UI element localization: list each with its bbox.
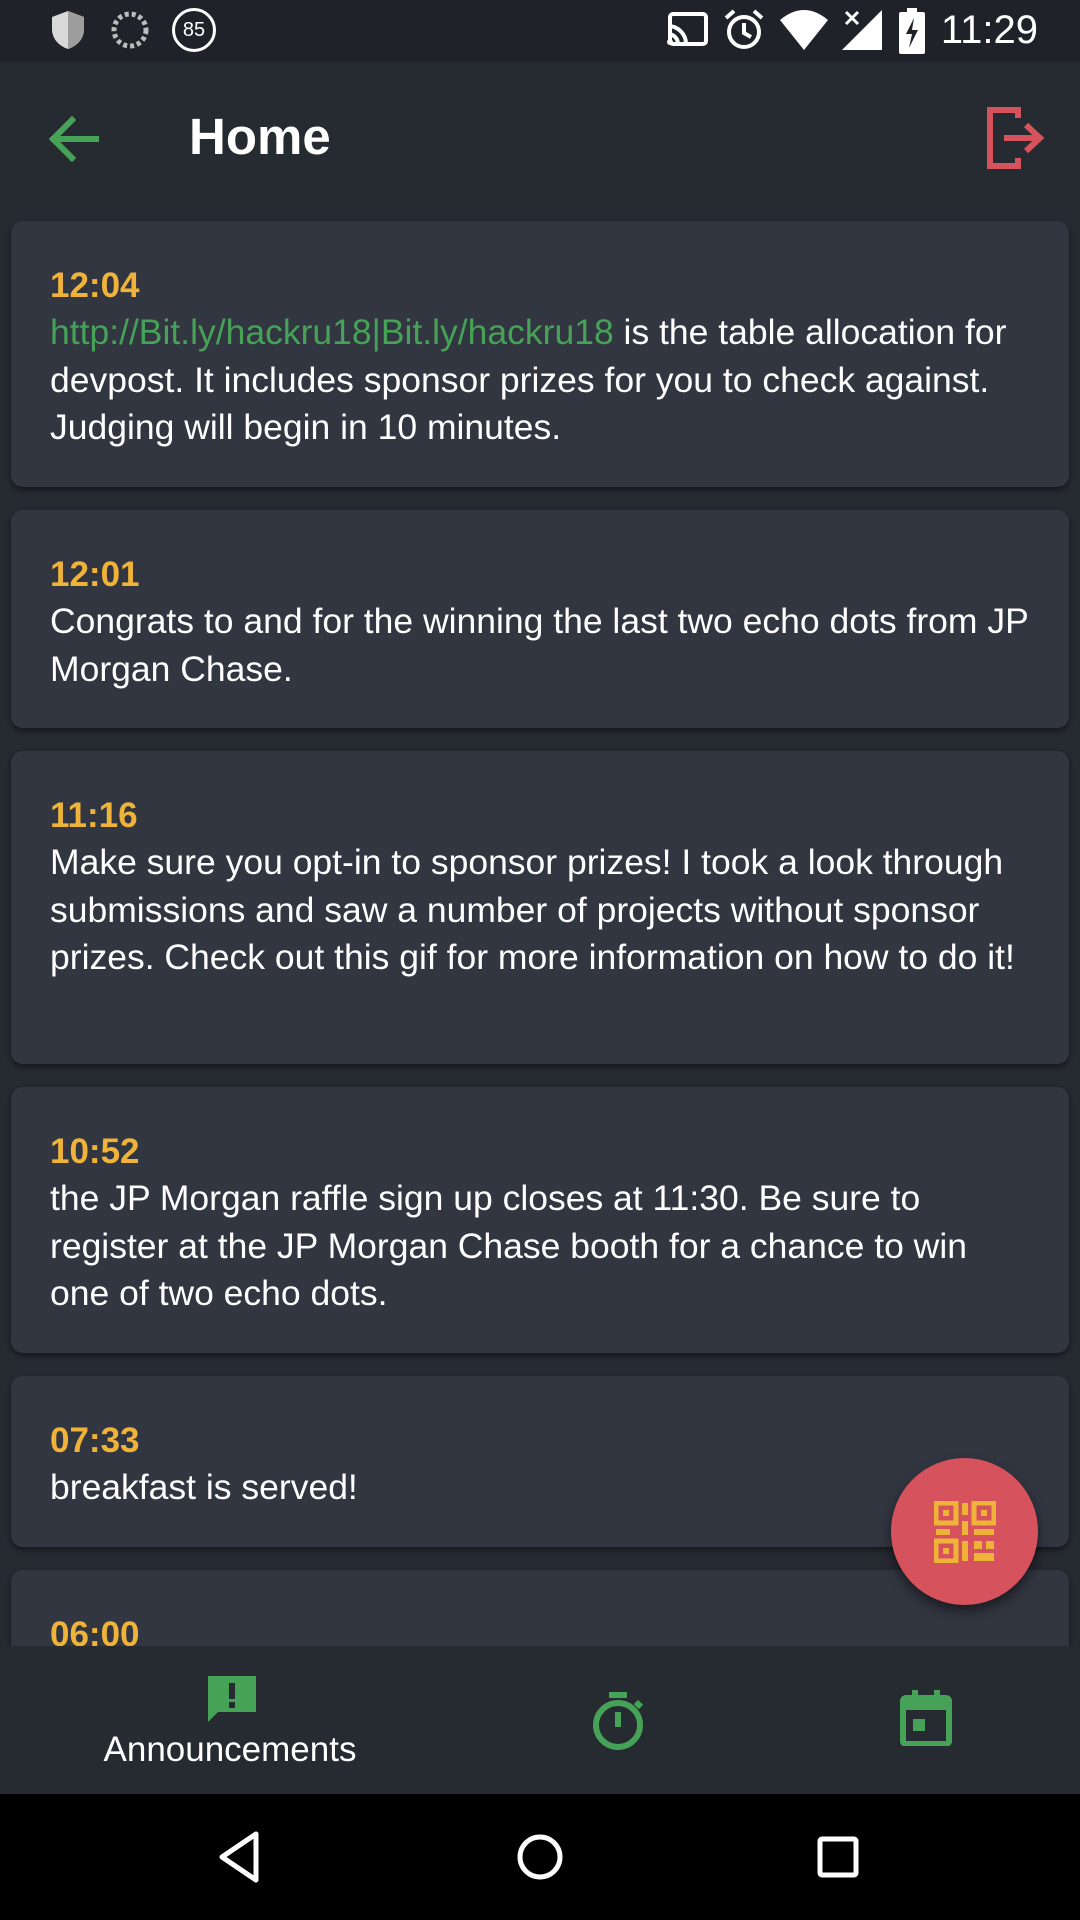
announcement-card[interactable]: 11:16 Make sure you opt-in to sponsor pr… — [11, 751, 1069, 1064]
timer-icon — [593, 1692, 644, 1750]
announcement-card[interactable]: 10:52 the JP Morgan raffle sign up close… — [11, 1087, 1069, 1353]
announcement-card[interactable]: 12:01 Congrats to and for the winning th… — [11, 510, 1069, 728]
calendar-icon — [900, 1690, 952, 1746]
announcement-time: 12:01 — [50, 555, 140, 594]
back-triangle-icon[interactable] — [208, 1824, 274, 1890]
status-time: 11:29 — [940, 8, 1038, 52]
announcement-time: 12:04 — [50, 266, 140, 305]
announcement-time: 11:16 — [50, 796, 138, 835]
announcement-text: http://Bit.ly/hackru18|Bit.ly/hackru18 i… — [50, 309, 1030, 452]
nav-item-timer[interactable] — [540, 1646, 695, 1794]
sync-icon — [111, 11, 149, 49]
app-bar: Home — [0, 62, 1080, 212]
nav-item-announcements[interactable]: Announcements — [60, 1646, 400, 1794]
arrow-back-icon[interactable] — [40, 104, 110, 174]
announcement-time: 10:52 — [50, 1132, 140, 1171]
status-bar: 85 11:29 — [0, 0, 1080, 62]
recents-square-icon[interactable] — [805, 1824, 871, 1890]
shield-icon — [52, 11, 84, 49]
system-navigation-bar — [0, 1794, 1080, 1920]
alarm-icon — [724, 9, 764, 49]
nav-label-announcements: Announcements — [103, 1730, 357, 1769]
no-signal-icon — [842, 10, 882, 50]
home-circle-icon[interactable] — [507, 1824, 573, 1890]
page-title: Home — [189, 108, 331, 165]
logout-icon[interactable] — [980, 104, 1050, 174]
cast-icon — [667, 12, 708, 46]
announcement-icon — [208, 1676, 256, 1722]
announcement-time: 07:33 — [50, 1421, 140, 1460]
announcement-time: 06:00 — [50, 1615, 140, 1646]
announcement-text: the JP Morgan raffle sign up closes at 1… — [50, 1178, 967, 1313]
announcement-text: Congrats to and for the winning the last… — [50, 601, 1029, 689]
announcement-list[interactable]: 12:04 http://Bit.ly/hackru18|Bit.ly/hack… — [0, 212, 1080, 1646]
bottom-navigation: Announcements — [0, 1646, 1080, 1794]
announcement-card[interactable]: 12:04 http://Bit.ly/hackru18|Bit.ly/hack… — [11, 221, 1069, 487]
wifi-icon — [780, 10, 828, 50]
announcement-link[interactable]: http://Bit.ly/hackru18|Bit.ly/hackru18 — [50, 312, 614, 352]
badge-count: 85 — [182, 19, 206, 41]
battery-charging-icon — [899, 8, 925, 54]
nav-item-calendar[interactable] — [850, 1646, 1000, 1794]
announcement-text: breakfast is served! — [50, 1467, 358, 1507]
announcement-text: Make sure you opt-in to sponsor prizes! … — [50, 842, 1015, 977]
badge-85-icon: 85 — [172, 8, 216, 52]
qr-scan-button[interactable] — [891, 1458, 1038, 1605]
qr-code-icon — [934, 1501, 996, 1563]
